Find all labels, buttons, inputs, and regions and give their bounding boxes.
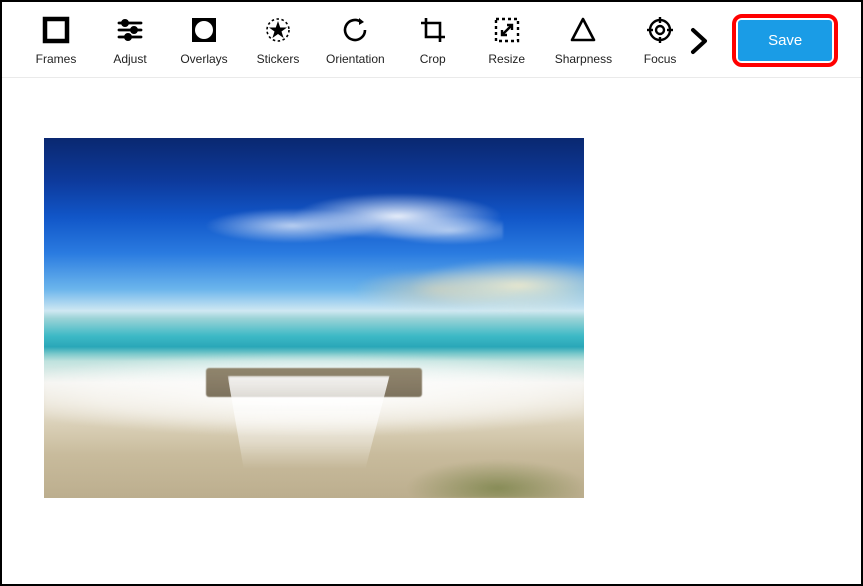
edited-image[interactable] xyxy=(44,138,584,498)
resize-label: Resize xyxy=(488,52,525,66)
tool-group: Frames Adjust Overlays xyxy=(30,16,686,66)
focus-tool[interactable]: Focus xyxy=(634,16,686,66)
sharpness-label: Sharpness xyxy=(555,52,612,66)
frames-tool[interactable]: Frames xyxy=(30,16,82,66)
canvas-area xyxy=(2,78,861,584)
crop-icon xyxy=(419,16,447,44)
save-button[interactable]: Save xyxy=(738,20,832,61)
overlays-tool[interactable]: Overlays xyxy=(178,16,230,66)
sharpness-icon xyxy=(569,16,597,44)
crop-label: Crop xyxy=(420,52,446,66)
focus-label: Focus xyxy=(644,52,677,66)
editor-toolbar: Frames Adjust Overlays xyxy=(2,2,861,78)
chevron-right-icon xyxy=(688,26,710,56)
overlays-icon xyxy=(190,16,218,44)
adjust-tool[interactable]: Adjust xyxy=(104,16,156,66)
focus-icon xyxy=(646,16,674,44)
stickers-icon xyxy=(264,16,292,44)
adjust-label: Adjust xyxy=(113,52,146,66)
save-highlight: Save xyxy=(732,14,838,67)
frames-label: Frames xyxy=(36,52,77,66)
toolbar-right: Save xyxy=(686,14,838,67)
orientation-icon xyxy=(341,16,369,44)
frames-icon xyxy=(42,16,70,44)
resize-tool[interactable]: Resize xyxy=(481,16,533,66)
adjust-icon xyxy=(116,16,144,44)
orientation-tool[interactable]: Orientation xyxy=(326,16,385,66)
resize-icon xyxy=(493,16,521,44)
stickers-label: Stickers xyxy=(257,52,300,66)
overlays-label: Overlays xyxy=(180,52,227,66)
sharpness-tool[interactable]: Sharpness xyxy=(555,16,612,66)
crop-tool[interactable]: Crop xyxy=(407,16,459,66)
editor-window: Frames Adjust Overlays xyxy=(0,0,863,586)
toolbar-next-button[interactable] xyxy=(686,22,712,60)
stickers-tool[interactable]: Stickers xyxy=(252,16,304,66)
orientation-label: Orientation xyxy=(326,52,385,66)
